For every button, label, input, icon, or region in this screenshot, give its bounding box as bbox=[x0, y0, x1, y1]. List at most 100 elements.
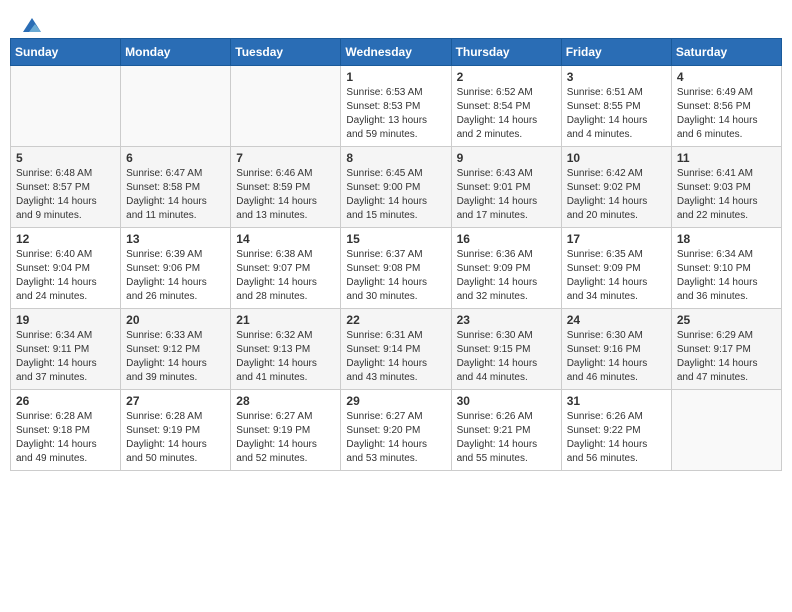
sunset-text: Sunset: 9:09 PM bbox=[457, 262, 556, 276]
day-info: Sunrise: 6:39 AMSunset: 9:06 PMDaylight:… bbox=[126, 248, 225, 304]
day-number: 9 bbox=[457, 151, 556, 165]
daylight-text: Daylight: 14 hours and 49 minutes. bbox=[16, 438, 115, 466]
day-info: Sunrise: 6:45 AMSunset: 9:00 PMDaylight:… bbox=[346, 167, 445, 223]
daylight-text: Daylight: 14 hours and 6 minutes. bbox=[677, 114, 776, 142]
calendar-day-cell: 31 Sunrise: 6:26 AMSunset: 9:22 PMDayligh… bbox=[561, 390, 671, 471]
sunrise-text: Sunrise: 6:42 AM bbox=[567, 167, 666, 181]
day-info: Sunrise: 6:34 AMSunset: 9:11 PMDaylight:… bbox=[16, 329, 115, 385]
sunset-text: Sunset: 9:04 PM bbox=[16, 262, 115, 276]
calendar-week-row: 12Sunrise: 6:40 AMSunset: 9:04 PMDayligh… bbox=[11, 228, 782, 309]
calendar-day-cell: 26Sunrise: 6:28 AMSunset: 9:18 PMDayligh… bbox=[11, 390, 121, 471]
calendar-day-cell: 23Sunrise: 6:30 AMSunset: 9:15 PMDayligh… bbox=[451, 309, 561, 390]
day-info: Sunrise: 6:53 AMSunset: 8:53 PMDaylight:… bbox=[346, 86, 445, 142]
day-number: 3 bbox=[567, 70, 666, 84]
day-info: Sunrise: 6:31 AMSunset: 9:14 PMDaylight:… bbox=[346, 329, 445, 385]
calendar-day-cell: 13Sunrise: 6:39 AMSunset: 9:06 PMDayligh… bbox=[121, 228, 231, 309]
calendar-day-cell: 9Sunrise: 6:43 AMSunset: 9:01 PMDaylight… bbox=[451, 147, 561, 228]
day-info: Sunrise: 6:30 AMSunset: 9:15 PMDaylight:… bbox=[457, 329, 556, 385]
daylight-text: Daylight: 14 hours and 4 minutes. bbox=[567, 114, 666, 142]
calendar-week-row: 19 Sunrise: 6:34 AMSunset: 9:11 PMDayligh… bbox=[11, 309, 782, 390]
day-of-week-header: Monday bbox=[121, 39, 231, 66]
sunrise-text: Sunrise: 6:41 AM bbox=[677, 167, 776, 181]
day-number: 22 bbox=[346, 313, 445, 327]
sunset-text: Sunset: 9:19 PM bbox=[126, 424, 225, 438]
daylight-text: Daylight: 14 hours and 52 minutes. bbox=[236, 438, 335, 466]
sunset-text: Sunset: 8:54 PM bbox=[457, 100, 556, 114]
sunrise-text: Sunrise: 6:43 AM bbox=[457, 167, 556, 181]
daylight-text: Daylight: 14 hours and 11 minutes. bbox=[126, 195, 225, 223]
day-of-week-header: Saturday bbox=[671, 39, 781, 66]
sunset-text: Sunset: 8:59 PM bbox=[236, 181, 335, 195]
day-info: Sunrise: 6:33 AMSunset: 9:12 PMDaylight:… bbox=[126, 329, 225, 385]
calendar-day-cell: 8 Sunrise: 6:45 AMSunset: 9:00 PMDaylight… bbox=[341, 147, 451, 228]
daylight-text: Daylight: 14 hours and 32 minutes. bbox=[457, 276, 556, 304]
calendar-day-cell: 15Sunrise: 6:37 AMSunset: 9:08 PMDayligh… bbox=[341, 228, 451, 309]
daylight-text: Daylight: 14 hours and 47 minutes. bbox=[677, 357, 776, 385]
day-info: Sunrise: 6:48 AMSunset: 8:57 PMDaylight:… bbox=[16, 167, 115, 223]
sunset-text: Sunset: 9:20 PM bbox=[346, 424, 445, 438]
sunrise-text: Sunrise: 6:29 AM bbox=[677, 329, 776, 343]
day-info: Sunrise: 6:27 AMSunset: 9:20 PMDaylight:… bbox=[346, 410, 445, 466]
sunrise-text: Sunrise: 6:30 AM bbox=[457, 329, 556, 343]
sunrise-text: Sunrise: 6:46 AM bbox=[236, 167, 335, 181]
calendar-day-cell: 12Sunrise: 6:40 AMSunset: 9:04 PMDayligh… bbox=[11, 228, 121, 309]
sunrise-text: Sunrise: 6:51 AM bbox=[567, 86, 666, 100]
daylight-text: Daylight: 14 hours and 2 minutes. bbox=[457, 114, 556, 142]
sunset-text: Sunset: 9:08 PM bbox=[346, 262, 445, 276]
daylight-text: Daylight: 14 hours and 53 minutes. bbox=[346, 438, 445, 466]
daylight-text: Daylight: 14 hours and 46 minutes. bbox=[567, 357, 666, 385]
daylight-text: Daylight: 14 hours and 50 minutes. bbox=[126, 438, 225, 466]
daylight-text: Daylight: 14 hours and 26 minutes. bbox=[126, 276, 225, 304]
day-number: 19 bbox=[16, 313, 115, 327]
daylight-text: Daylight: 14 hours and 43 minutes. bbox=[346, 357, 445, 385]
sunrise-text: Sunrise: 6:30 AM bbox=[567, 329, 666, 343]
day-info: Sunrise: 6:26 AMSunset: 9:21 PMDaylight:… bbox=[457, 410, 556, 466]
calendar-header-row: SundayMondayTuesdayWednesdayThursdayFrid… bbox=[11, 39, 782, 66]
day-number: 2 bbox=[457, 70, 556, 84]
daylight-text: Daylight: 14 hours and 20 minutes. bbox=[567, 195, 666, 223]
daylight-text: Daylight: 14 hours and 24 minutes. bbox=[16, 276, 115, 304]
day-number: 11 bbox=[677, 151, 776, 165]
calendar-table: SundayMondayTuesdayWednesdayThursdayFrid… bbox=[10, 38, 782, 471]
calendar-day-cell: 6Sunrise: 6:47 AMSunset: 8:58 PMDaylight… bbox=[121, 147, 231, 228]
logo-icon bbox=[21, 16, 43, 34]
sunrise-text: Sunrise: 6:34 AM bbox=[677, 248, 776, 262]
calendar-day-cell: 5 Sunrise: 6:48 AMSunset: 8:57 PMDaylight… bbox=[11, 147, 121, 228]
day-info: Sunrise: 6:46 AMSunset: 8:59 PMDaylight:… bbox=[236, 167, 335, 223]
sunrise-text: Sunrise: 6:47 AM bbox=[126, 167, 225, 181]
sunset-text: Sunset: 8:53 PM bbox=[346, 100, 445, 114]
sunset-text: Sunset: 9:02 PM bbox=[567, 181, 666, 195]
sunrise-text: Sunrise: 6:35 AM bbox=[567, 248, 666, 262]
day-info: Sunrise: 6:26 AMSunset: 9:22 PMDaylight:… bbox=[567, 410, 666, 466]
calendar-day-cell bbox=[11, 66, 121, 147]
sunset-text: Sunset: 9:13 PM bbox=[236, 343, 335, 357]
sunrise-text: Sunrise: 6:39 AM bbox=[126, 248, 225, 262]
sunrise-text: Sunrise: 6:26 AM bbox=[457, 410, 556, 424]
calendar-day-cell: 18Sunrise: 6:34 AMSunset: 9:10 PMDayligh… bbox=[671, 228, 781, 309]
day-info: Sunrise: 6:29 AMSunset: 9:17 PMDaylight:… bbox=[677, 329, 776, 385]
day-info: Sunrise: 6:40 AMSunset: 9:04 PMDaylight:… bbox=[16, 248, 115, 304]
day-info: Sunrise: 6:49 AMSunset: 8:56 PMDaylight:… bbox=[677, 86, 776, 142]
sunrise-text: Sunrise: 6:28 AM bbox=[16, 410, 115, 424]
day-number: 7 bbox=[236, 151, 335, 165]
day-number: 6 bbox=[126, 151, 225, 165]
day-number: 26 bbox=[16, 394, 115, 408]
sunset-text: Sunset: 9:19 PM bbox=[236, 424, 335, 438]
day-number: 21 bbox=[236, 313, 335, 327]
sunset-text: Sunset: 9:21 PM bbox=[457, 424, 556, 438]
day-number: 5 bbox=[16, 151, 115, 165]
day-number: 8 bbox=[346, 151, 445, 165]
day-number: 14 bbox=[236, 232, 335, 246]
calendar-day-cell: 3 Sunrise: 6:51 AMSunset: 8:55 PMDaylight… bbox=[561, 66, 671, 147]
daylight-text: Daylight: 13 hours and 59 minutes. bbox=[346, 114, 445, 142]
sunset-text: Sunset: 9:16 PM bbox=[567, 343, 666, 357]
day-number: 31 bbox=[567, 394, 666, 408]
sunset-text: Sunset: 9:22 PM bbox=[567, 424, 666, 438]
sunset-text: Sunset: 9:17 PM bbox=[677, 343, 776, 357]
sunrise-text: Sunrise: 6:27 AM bbox=[236, 410, 335, 424]
day-info: Sunrise: 6:51 AMSunset: 8:55 PMDaylight:… bbox=[567, 86, 666, 142]
calendar-day-cell: 19 Sunrise: 6:34 AMSunset: 9:11 PMDayligh… bbox=[11, 309, 121, 390]
calendar-week-row: 1Sunrise: 6:53 AMSunset: 8:53 PMDaylight… bbox=[11, 66, 782, 147]
day-info: Sunrise: 6:52 AMSunset: 8:54 PMDaylight:… bbox=[457, 86, 556, 142]
day-info: Sunrise: 6:38 AMSunset: 9:07 PMDaylight:… bbox=[236, 248, 335, 304]
